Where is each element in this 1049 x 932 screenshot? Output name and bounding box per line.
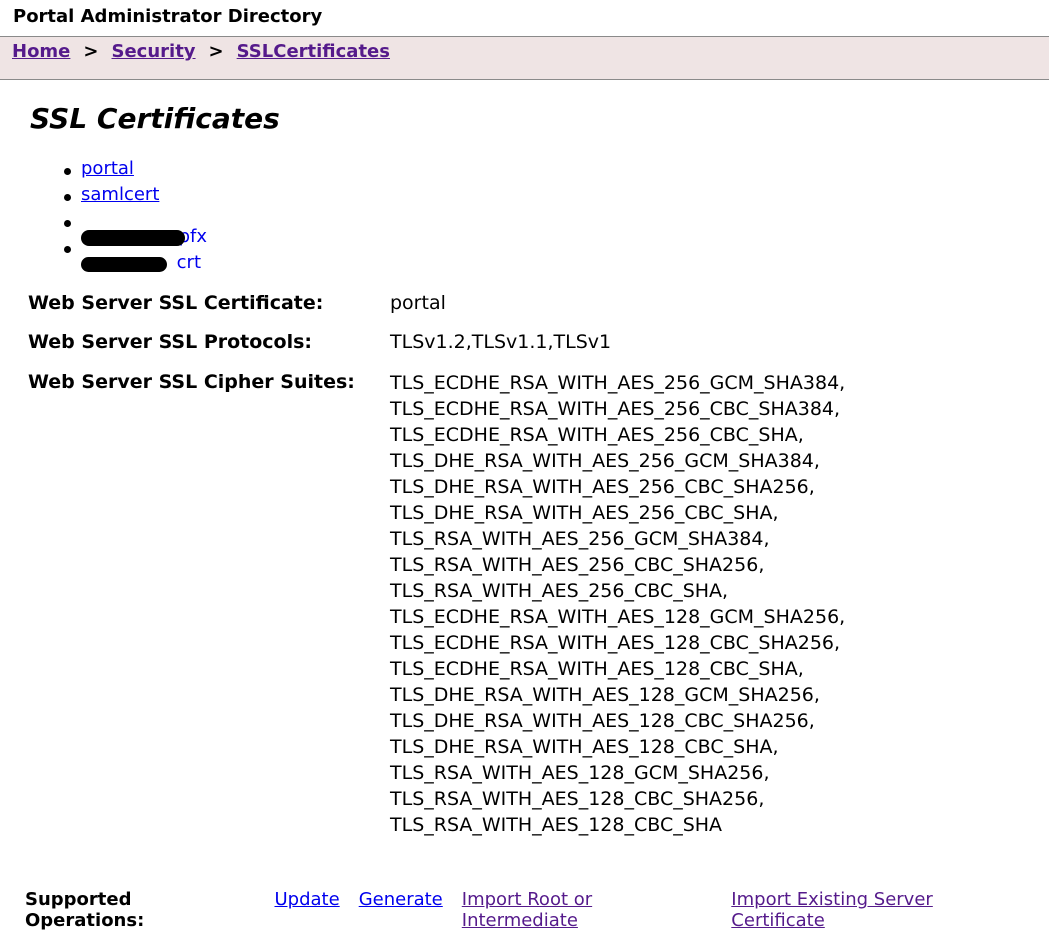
cipher-suite: TLS_ECDHE_RSA_WITH_AES_128_CBC_SHA, (390, 658, 804, 680)
generate-link[interactable]: Generate (359, 889, 443, 910)
certificate-list: portal samlcert pfx crt (60, 158, 207, 273)
cipher-suite: TLS_DHE_RSA_WITH_AES_256_CBC_SHA256, (390, 476, 815, 498)
breadcrumb: Home > Security > SSLCertificates (0, 37, 1049, 80)
certificate-link-suffix: crt (176, 252, 201, 273)
ssl-protocols-value: TLSv1.2,TLSv1.1,TLSv1 (390, 331, 612, 353)
cipher-suite: TLS_ECDHE_RSA_WITH_AES_256_CBC_SHA384, (390, 398, 841, 420)
cipher-suite: TLS_DHE_RSA_WITH_AES_128_CBC_SHA256, (390, 710, 815, 732)
list-item: portal (60, 158, 207, 184)
breadcrumb-sslcertificates-link[interactable]: SSLCertificates (237, 41, 390, 62)
supported-operations: Supported Operations: Update Generate Im… (25, 889, 1049, 931)
breadcrumb-separator: > (208, 41, 224, 62)
supported-operations-label: Supported Operations: (25, 889, 145, 931)
cipher-suites-list: TLS_ECDHE_RSA_WITH_AES_256_GCM_SHA384, T… (390, 370, 845, 838)
cipher-suite: TLS_DHE_RSA_WITH_AES_128_CBC_SHA, (390, 736, 779, 758)
list-item: pfx (60, 210, 207, 247)
cipher-suite: TLS_ECDHE_RSA_WITH_AES_256_GCM_SHA384, (390, 372, 846, 394)
certificate-link-samlcert[interactable]: samlcert (81, 184, 159, 205)
cipher-suite: TLS_RSA_WITH_AES_256_CBC_SHA256, (390, 554, 765, 576)
cipher-suite: TLS_ECDHE_RSA_WITH_AES_128_GCM_SHA256, (390, 606, 846, 628)
ssl-certificate-label: Web Server SSL Certificate: (28, 292, 324, 314)
list-item: crt (60, 236, 207, 273)
app-title: Portal Administrator Directory (13, 6, 323, 27)
app-header: Portal Administrator Directory (0, 0, 1049, 37)
import-existing-server-certificate-link[interactable]: Import Existing Server Certificate (731, 889, 1030, 931)
import-root-or-intermediate-link[interactable]: Import Root or Intermediate (462, 889, 713, 931)
cipher-suite: TLS_DHE_RSA_WITH_AES_128_GCM_SHA256, (390, 684, 820, 706)
cipher-suite: TLS_DHE_RSA_WITH_AES_256_CBC_SHA, (390, 502, 779, 524)
cipher-suite: TLS_ECDHE_RSA_WITH_AES_256_CBC_SHA, (390, 424, 804, 446)
cipher-suite: TLS_RSA_WITH_AES_128_CBC_SHA (390, 814, 723, 836)
cipher-suite: TLS_ECDHE_RSA_WITH_AES_128_CBC_SHA256, (390, 632, 841, 654)
ssl-cipher-suites-label: Web Server SSL Cipher Suites: (28, 371, 355, 393)
update-link[interactable]: Update (274, 889, 339, 910)
ssl-protocols-label: Web Server SSL Protocols: (28, 331, 313, 353)
cipher-suite: TLS_RSA_WITH_AES_128_CBC_SHA256, (390, 788, 765, 810)
ssl-certificate-value: portal (390, 292, 446, 314)
certificate-link-portal[interactable]: portal (81, 158, 134, 179)
cipher-suite: TLS_RSA_WITH_AES_256_CBC_SHA, (390, 580, 729, 602)
cipher-suite: TLS_RSA_WITH_AES_128_GCM_SHA256, (390, 762, 770, 784)
page-title: SSL Certificates (30, 102, 280, 135)
redaction-mark (81, 257, 167, 272)
cipher-suite: TLS_RSA_WITH_AES_256_GCM_SHA384, (390, 528, 770, 550)
breadcrumb-home-link[interactable]: Home (12, 41, 70, 62)
cipher-suite: TLS_DHE_RSA_WITH_AES_256_GCM_SHA384, (390, 450, 820, 472)
breadcrumb-security-link[interactable]: Security (112, 41, 196, 62)
list-item: samlcert (60, 184, 207, 210)
breadcrumb-separator: > (83, 41, 99, 62)
